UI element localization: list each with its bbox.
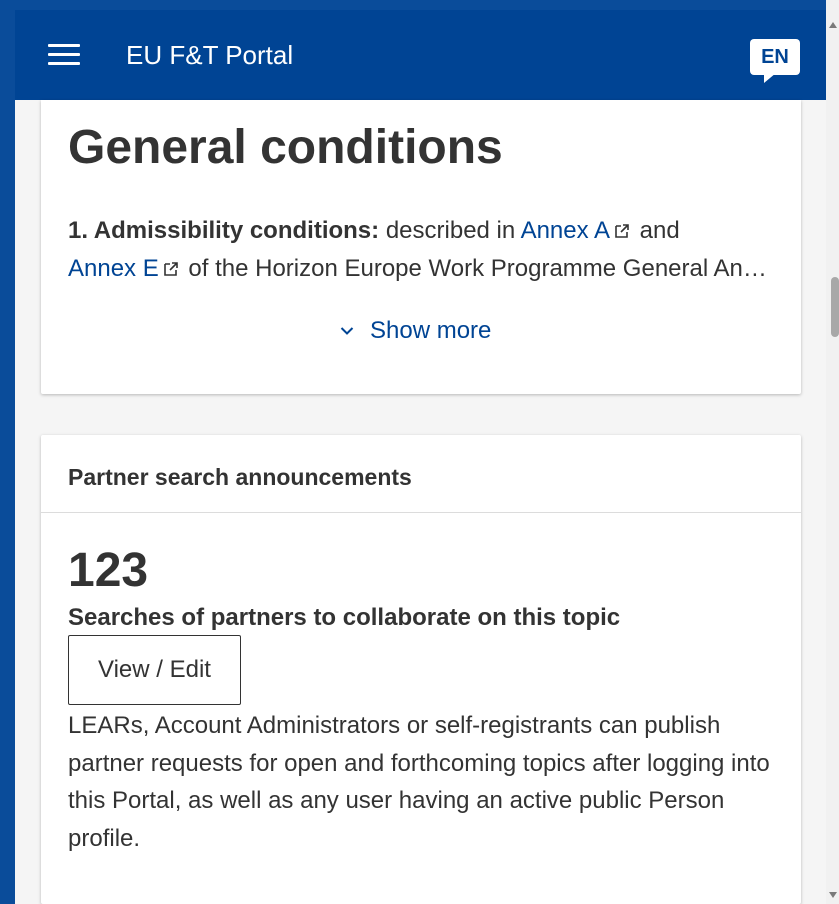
language-selector-button[interactable]: EN xyxy=(750,39,800,83)
text-after: of the Horizon Europe Work Programme Gen… xyxy=(181,255,773,282)
partner-search-card: Partner search announcements 123 Searche… xyxy=(41,435,801,904)
scroll-up-arrow-icon[interactable] xyxy=(829,22,837,28)
general-conditions-card: General conditions 1. Admissibility cond… xyxy=(41,100,801,394)
scroll-down-arrow-icon[interactable] xyxy=(829,892,837,898)
scrollbar-thumb[interactable] xyxy=(831,277,839,337)
partner-search-count: 123 xyxy=(68,544,149,597)
chevron-down-icon xyxy=(340,327,354,335)
language-code: EN xyxy=(750,39,800,75)
partner-search-header: Partner search announcements xyxy=(41,435,801,513)
text-before: described in xyxy=(379,217,521,244)
partner-search-title: Partner search announcements xyxy=(68,464,412,490)
hamburger-menu-icon[interactable] xyxy=(48,44,80,66)
speech-bubble-tail-icon xyxy=(764,73,776,83)
show-more-button[interactable]: Show more xyxy=(340,316,491,346)
window-left-border xyxy=(0,0,15,904)
partner-search-subtitle: Searches of partners to collaborate on t… xyxy=(68,604,621,631)
external-link-icon xyxy=(615,224,629,238)
general-conditions-title: General conditions xyxy=(68,121,503,174)
window-top-border xyxy=(0,0,826,10)
line2: Annex E of the Horizon Europe Work Progr… xyxy=(68,250,773,288)
show-more-label: Show more xyxy=(370,317,492,344)
text-mid: and xyxy=(632,217,680,244)
portal-title: EU F&T Portal xyxy=(126,40,294,70)
admissibility-conditions-text: 1. Admissibility conditions: described i… xyxy=(68,212,778,288)
app-header: EU F&T Portal EN xyxy=(15,10,826,100)
partner-search-description: LEARs, Account Administrators or self-re… xyxy=(68,712,770,852)
annex-a-link[interactable]: Annex A xyxy=(521,217,610,244)
line1: 1. Admissibility conditions: described i… xyxy=(68,217,680,244)
annex-e-link[interactable]: Annex E xyxy=(68,255,159,282)
view-edit-button[interactable]: View / Edit xyxy=(68,635,241,705)
external-link-icon xyxy=(163,262,178,276)
scrollbar-track[interactable] xyxy=(826,0,839,904)
admissibility-label: 1. Admissibility conditions: xyxy=(68,217,380,244)
